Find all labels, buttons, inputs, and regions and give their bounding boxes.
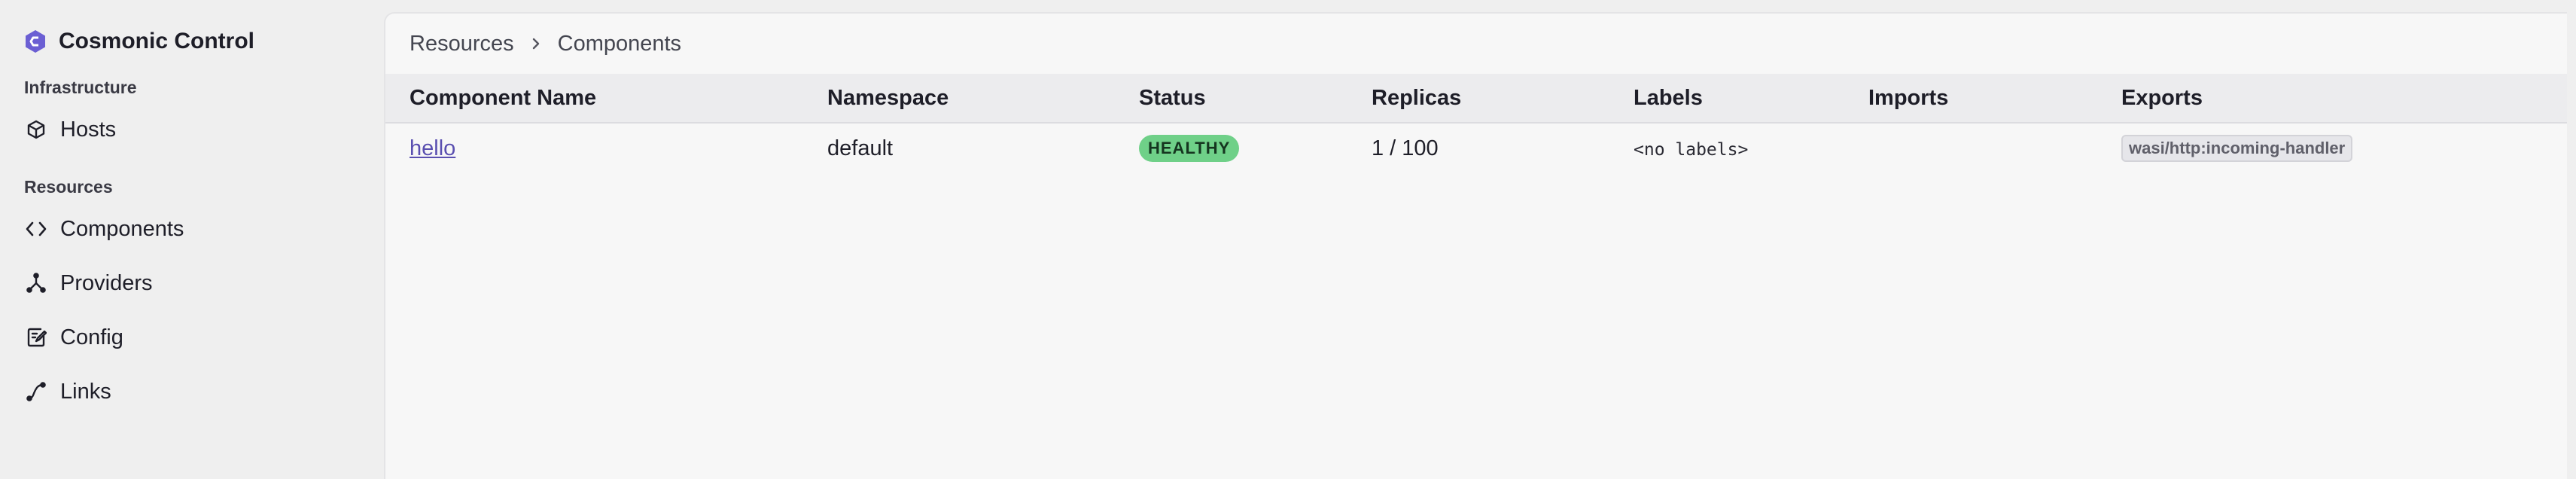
labels-value: <no labels>	[1634, 139, 1749, 160]
sidebar-item-providers[interactable]: Providers	[24, 256, 384, 310]
column-header-imports[interactable]: Imports	[1844, 86, 2097, 111]
breadcrumb-item-components[interactable]: Components	[558, 32, 681, 56]
brand-name: Cosmonic Control	[59, 29, 254, 53]
code-brackets-icon	[24, 217, 48, 241]
component-name-link[interactable]: hello	[410, 136, 455, 160]
sidebar-item-config[interactable]: Config	[24, 310, 384, 365]
column-header-replicas[interactable]: Replicas	[1347, 86, 1609, 111]
export-chip: wasi/http:incoming-handler	[2121, 135, 2353, 162]
cosmonic-logo-icon	[24, 29, 47, 53]
column-header-labels[interactable]: Labels	[1609, 86, 1844, 111]
link-curve-icon	[24, 380, 48, 404]
sidebar-item-label: Providers	[60, 270, 153, 295]
breadcrumb-item-resources[interactable]: Resources	[410, 32, 514, 56]
cell-labels: <no labels>	[1609, 136, 1844, 161]
brand[interactable]: Cosmonic Control	[24, 23, 384, 60]
sidebar-item-label: Links	[60, 379, 111, 404]
section-label-resources: Resources	[24, 176, 113, 197]
app-root: Cosmonic Control Infrastructure Hosts Re…	[0, 0, 2576, 479]
sidebar-item-label: Config	[60, 325, 123, 349]
status-badge: HEALTHY	[1139, 135, 1240, 162]
sidebar-item-components[interactable]: Components	[24, 202, 384, 256]
sidebar: Cosmonic Control Infrastructure Hosts Re…	[0, 0, 384, 479]
sidebar-item-label: Components	[60, 216, 184, 241]
document-edit-icon	[24, 325, 48, 349]
breadcrumb: Resources Components	[385, 14, 2567, 74]
column-header-namespace[interactable]: Namespace	[803, 86, 1115, 111]
table-header: Component Name Namespace Status Replicas…	[385, 74, 2567, 124]
cell-namespace: default	[827, 136, 894, 160]
cell-status: HEALTHY	[1115, 135, 1347, 162]
chevron-right-icon	[531, 36, 541, 51]
cell-component-name: hello	[385, 136, 803, 161]
sidebar-item-links[interactable]: Links	[24, 365, 384, 419]
sidebar-item-label: Hosts	[60, 117, 117, 142]
sidebar-item-hosts[interactable]: Hosts	[24, 102, 384, 157]
column-header-exports[interactable]: Exports	[2097, 86, 2567, 111]
main-panel: Resources Components Component Name Name…	[384, 12, 2567, 479]
column-header-status[interactable]: Status	[1115, 86, 1347, 111]
cell-replicas: 1 / 100	[1372, 136, 1439, 160]
components-table: Component Name Namespace Status Replicas…	[385, 74, 2567, 173]
cube-icon	[24, 117, 48, 142]
table-row: hello default HEALTHY 1 / 100 <no labels…	[385, 124, 2567, 173]
branch-icon	[24, 271, 48, 295]
section-label-infrastructure: Infrastructure	[24, 77, 137, 97]
column-header-component-name[interactable]: Component Name	[385, 86, 803, 111]
cell-exports: wasi/http:incoming-handler	[2097, 135, 2567, 162]
